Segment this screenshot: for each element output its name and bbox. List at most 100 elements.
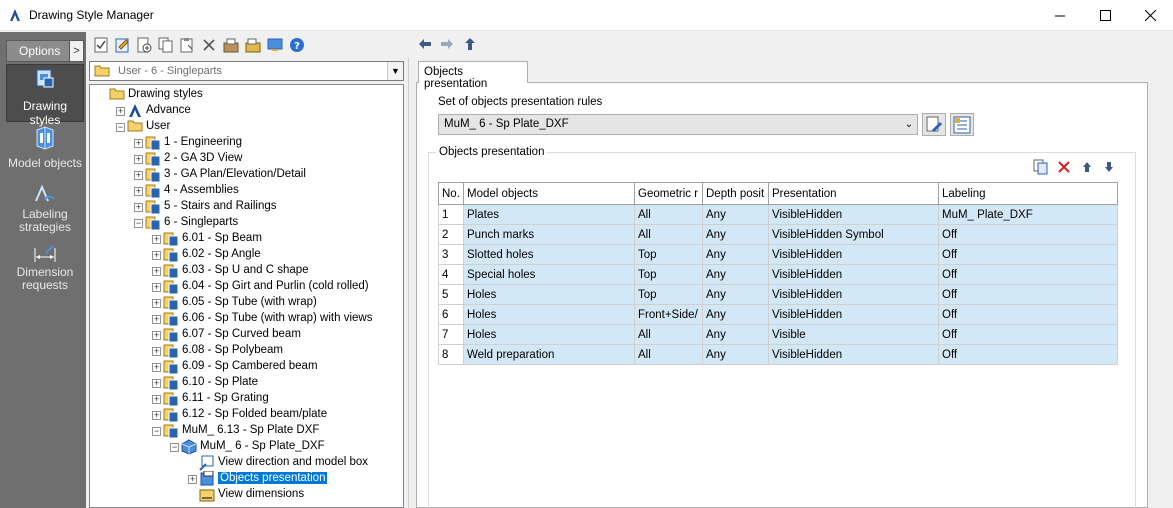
table-cell[interactable]: All <box>634 224 703 245</box>
expand-icon[interactable]: + <box>134 155 143 164</box>
tree-item[interactable]: +5 - Stairs and Railings <box>90 199 400 215</box>
table-cell[interactable]: Any <box>702 264 769 285</box>
expand-icon[interactable]: + <box>152 283 161 292</box>
import-icon[interactable] <box>245 37 261 53</box>
tree-item[interactable]: +6.05 - Sp Tube (with wrap) <box>90 295 400 311</box>
forward-arrow-icon[interactable] <box>440 37 454 51</box>
edit-document-icon[interactable] <box>114 37 130 53</box>
minimize-button[interactable] <box>1037 0 1083 31</box>
table-cell[interactable]: All <box>634 344 703 365</box>
table-row[interactable]: 3 Slotted holes Top Any VisibleHidden Off <box>438 244 1118 265</box>
tree-item[interactable]: +4 - Assemblies <box>90 183 400 199</box>
expand-icon[interactable]: + <box>152 347 161 356</box>
tree-item[interactable]: +6.06 - Sp Tube (with wrap) with views <box>90 311 400 327</box>
table-cell[interactable]: VisibleHidden <box>768 344 939 365</box>
table-cell[interactable]: Any <box>702 284 769 305</box>
table-cell[interactable]: Off <box>938 264 1118 285</box>
delete-rule-icon[interactable] <box>1056 159 1072 175</box>
tree-item[interactable]: +6.02 - Sp Angle <box>90 247 400 263</box>
nav-model-objects[interactable]: Model objects <box>6 124 84 174</box>
nav-drawing-styles[interactable]: Drawing styles <box>6 64 84 127</box>
column-header[interactable]: Model objects <box>463 182 635 205</box>
table-cell[interactable]: Off <box>938 224 1118 245</box>
tree-item[interactable]: − MuM_ 6.13 - Sp Plate DXF <box>90 423 400 439</box>
expand-icon[interactable]: + <box>152 379 161 388</box>
tree-item[interactable]: View direction and model box <box>90 455 400 471</box>
chevron-down-icon[interactable]: ▼ <box>387 62 403 80</box>
expand-icon[interactable]: + <box>152 363 161 372</box>
chevron-down-icon[interactable]: ⌄ <box>901 115 917 134</box>
expand-icon[interactable]: + <box>134 139 143 148</box>
expand-icon[interactable]: + <box>152 299 161 308</box>
table-cell[interactable]: VisibleHidden <box>768 244 939 265</box>
tree-item[interactable]: − User <box>90 119 400 135</box>
column-header[interactable]: Depth posit <box>702 182 769 205</box>
table-cell[interactable]: VisibleHidden Symbol <box>768 224 939 245</box>
options-button[interactable]: Options > <box>6 40 84 62</box>
table-row[interactable]: 8 Weld preparation All Any VisibleHidden Off <box>438 344 1118 365</box>
expand-icon[interactable]: + <box>134 203 143 212</box>
table-cell[interactable]: Punch marks <box>463 224 635 245</box>
table-cell[interactable]: Off <box>938 324 1118 345</box>
nav-labeling-strategies[interactable]: Labeling strategies <box>6 182 84 242</box>
table-cell[interactable]: Any <box>702 224 769 245</box>
collapse-icon[interactable]: − <box>152 427 161 436</box>
tree-item[interactable]: +6.11 - Sp Grating <box>90 391 400 407</box>
table-cell[interactable]: Off <box>938 244 1118 265</box>
move-up-icon[interactable] <box>1079 159 1095 175</box>
move-down-icon[interactable] <box>1101 159 1117 175</box>
table-cell[interactable]: Off <box>938 344 1118 365</box>
copy-icon[interactable] <box>158 37 174 53</box>
table-row[interactable]: 1 Plates All Any VisibleHidden MuM_ Plate_DXF <box>438 204 1118 225</box>
expand-icon[interactable]: + <box>152 411 161 420</box>
table-cell[interactable]: Any <box>702 304 769 325</box>
nav-dimension-requests[interactable]: Dimension requests <box>6 242 84 298</box>
collapse-icon[interactable]: − <box>170 443 179 452</box>
expand-icon[interactable]: > <box>69 41 83 61</box>
rule-set-select[interactable]: MuM_ 6 - Sp Plate_DXF ⌄ <box>438 114 918 135</box>
column-header[interactable]: No. <box>438 182 464 205</box>
table-cell[interactable]: Holes <box>463 324 635 345</box>
tree-item[interactable]: + Advance <box>90 103 400 119</box>
pane-splitter[interactable] <box>408 58 412 508</box>
table-cell[interactable]: MuM_ Plate_DXF <box>938 204 1118 225</box>
table-cell[interactable]: Any <box>702 244 769 265</box>
maximize-button[interactable] <box>1082 0 1128 31</box>
tree-item[interactable]: +6.12 - Sp Folded beam/plate <box>90 407 400 423</box>
tree-item[interactable]: +6.09 - Sp Cambered beam <box>90 359 400 375</box>
column-header[interactable]: Geometric r <box>634 182 703 205</box>
expand-icon[interactable]: + <box>152 395 161 404</box>
table-cell[interactable]: VisibleHidden <box>768 264 939 285</box>
tree-item[interactable]: View dimensions <box>90 487 400 503</box>
table-cell[interactable]: Special holes <box>463 264 635 285</box>
expand-icon[interactable]: + <box>152 315 161 324</box>
collapse-icon[interactable]: − <box>116 123 125 132</box>
tree-item[interactable]: +2 - GA 3D View <box>90 151 400 167</box>
table-cell[interactable]: Any <box>702 344 769 365</box>
table-cell[interactable]: Holes <box>463 304 635 325</box>
table-cell[interactable]: All <box>634 204 703 225</box>
table-cell[interactable]: VisibleHidden <box>768 204 939 225</box>
table-cell[interactable]: Top <box>634 244 703 265</box>
expand-icon[interactable]: + <box>152 331 161 340</box>
close-button[interactable] <box>1127 0 1173 31</box>
table-row[interactable]: 2 Punch marks All Any VisibleHidden Symbol Of… <box>438 224 1118 245</box>
table-cell[interactable]: Slotted holes <box>463 244 635 265</box>
tree-item[interactable]: Drawing styles <box>90 87 400 103</box>
table-cell[interactable]: Off <box>938 304 1118 325</box>
table-cell[interactable]: Visible <box>768 324 939 345</box>
new-document-icon[interactable] <box>136 37 152 53</box>
tree-item[interactable]: + Objects presentation <box>90 471 400 487</box>
tree-item[interactable]: +6.08 - Sp Polybeam <box>90 343 400 359</box>
expand-icon[interactable]: + <box>188 475 197 484</box>
tree-item[interactable]: +1 - Engineering <box>90 135 400 151</box>
tab-objects-presentation[interactable]: Objects presentation <box>418 61 528 90</box>
tree-item[interactable]: +6.04 - Sp Girt and Purlin (cold rolled) <box>90 279 400 295</box>
expand-icon[interactable]: + <box>116 107 125 116</box>
expand-icon[interactable]: + <box>152 251 161 260</box>
preview-icon[interactable] <box>267 37 283 53</box>
table-cell[interactable]: Plates <box>463 204 635 225</box>
help-icon[interactable]: ? <box>289 37 305 53</box>
column-header[interactable]: Labeling <box>938 182 1118 205</box>
table-cell[interactable]: VisibleHidden <box>768 284 939 305</box>
